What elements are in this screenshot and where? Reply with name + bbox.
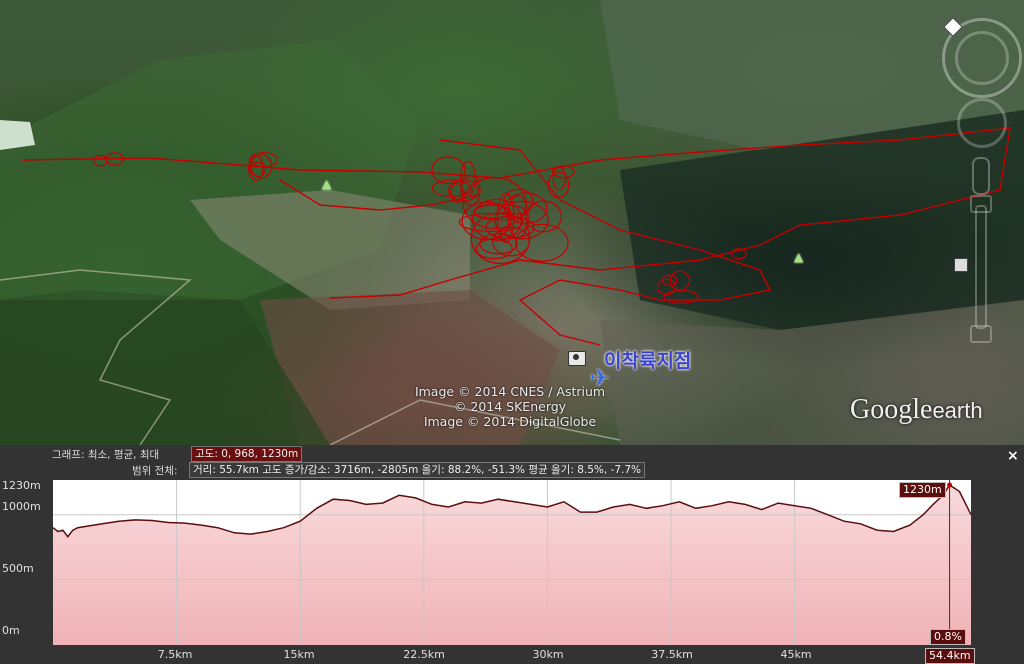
zoom-slider-thumb[interactable] [954,258,968,272]
track-loop [663,290,699,304]
graph-values[interactable]: 고도: 0, 968, 1230m [191,446,303,462]
x-tick-label: 45km [780,648,812,661]
flight-track [21,127,1011,346]
x-tick-label: 15km [283,648,315,661]
graph-label: 그래프: 최소, 평균, 최대 [52,449,160,461]
elevation-chart[interactable] [53,480,971,645]
cursor-slope-label: 0.8% [930,629,966,645]
range-stats: 거리: 55.7km 고도 증가/감소: 3716m, -2805m 올기: 8… [189,462,646,478]
x-tick-label: 37.5km [651,648,693,661]
y-tick-label: 1230m [2,479,41,492]
track-loop [461,201,512,240]
cursor-point [947,482,953,488]
credit-line: Image © 2014 CNES / Astrium [414,384,606,399]
x-tick-label: 7.5km [157,648,193,661]
look-control[interactable] [957,98,1007,148]
x-tick-label: 22.5km [403,648,445,661]
zoom-slider[interactable] [975,205,987,329]
range-label: 범위 전체: [132,465,178,477]
x-tick-label: 30km [532,648,564,661]
cursor-distance-label: 54.4km [925,648,975,664]
tree-icon: ▲ [794,250,804,264]
imagery-credits: Image © 2014 CNES / Astrium © 2014 SKEne… [380,384,640,429]
track-segment [439,139,772,346]
track-loop [93,154,108,167]
cursor-elevation-label: 1230m [899,482,946,498]
track-segment [21,127,1011,299]
track-loop [547,171,570,199]
logo-text: Google [850,394,933,425]
zoom-out-button[interactable] [970,325,992,343]
close-button[interactable]: × [1007,448,1019,464]
track-loop [515,223,569,262]
credit-line: Image © 2014 DigitalGlobe [423,414,597,429]
logo-subtext: earth [932,398,983,423]
y-tick-label: 1000m [2,500,41,513]
tree-icon: ▲ [322,177,332,191]
credit-line: © 2014 SKEnergy [453,399,567,414]
landing-point-label[interactable]: 이착륙지점 [604,346,691,373]
google-earth-logo: Googleearth [850,394,983,426]
elevation-profile-panel: 그래프: 최소, 평균, 최대 고도: 0, 968, 1230m 범위 전체:… [0,445,1024,664]
satellite-map-view[interactable]: ▲ ▲ ✈ 이착륙지점 Image © 2014 CNES / Astrium … [0,0,1024,445]
y-tick-label: 0m [2,624,20,637]
street-view-person-icon[interactable] [972,157,990,195]
camera-icon[interactable] [568,351,586,366]
track-loop [669,270,691,291]
y-tick-label: 500m [2,562,34,575]
compass-ring[interactable] [955,31,1009,85]
